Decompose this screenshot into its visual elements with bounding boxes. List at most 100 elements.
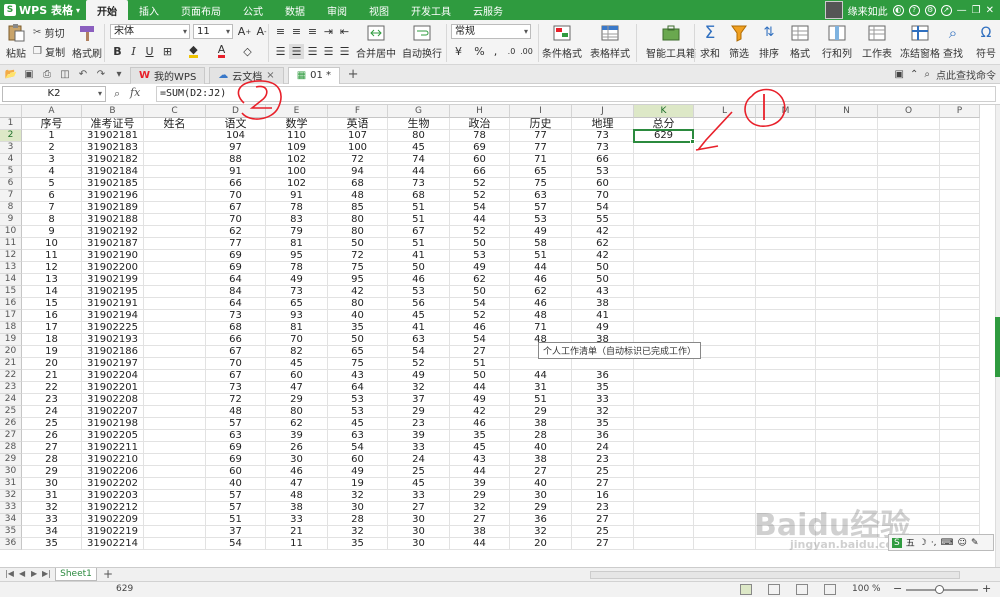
grid-cell[interactable]: 40 [328,310,388,322]
grid-cell[interactable]: 43 [572,286,634,298]
grid-cell[interactable]: 54 [206,538,266,550]
column-header[interactable]: A [22,105,82,118]
grid-cell[interactable]: 73 [572,130,634,142]
grid-cell[interactable] [634,322,694,334]
grid-cell[interactable]: 23 [22,394,82,406]
grid-cell[interactable]: 73 [266,286,328,298]
grid-cell[interactable]: 46 [450,322,510,334]
grid-cell[interactable]: 69 [206,454,266,466]
grid-cell[interactable]: 31902212 [82,502,144,514]
grid-cell[interactable] [694,262,756,274]
row-header[interactable]: 31 [0,478,22,490]
format-painter-button[interactable]: 格式刷 [72,24,102,60]
grid-cell[interactable]: 31902211 [82,442,144,454]
grid-cell[interactable] [694,166,756,178]
menu-tab[interactable]: 审阅 [316,0,358,20]
header-cell[interactable] [816,118,878,130]
settings-icon[interactable]: ⚙ [924,4,936,16]
row-header[interactable]: 17 [0,310,22,322]
grid-cell[interactable] [940,502,980,514]
grid-cell[interactable] [144,418,206,430]
grid-cell[interactable] [694,274,756,286]
grid-cell[interactable]: 44 [510,370,572,382]
outdent-button[interactable]: ⇤ [337,24,352,39]
grid-cell[interactable]: 71 [510,154,572,166]
grid-cell[interactable]: 95 [328,274,388,286]
grid-cell[interactable] [878,238,940,250]
header-cell[interactable] [694,118,756,130]
grid-cell[interactable]: 60 [328,454,388,466]
grid-cell[interactable] [634,142,694,154]
grid-cell[interactable] [878,214,940,226]
grid-cell[interactable]: 31 [22,490,82,502]
grid-cell[interactable]: 53 [388,286,450,298]
ime-moon-icon[interactable]: ☽ [919,538,927,548]
grid-cell[interactable] [756,298,816,310]
grid-cell[interactable]: 31902203 [82,490,144,502]
grid-cell[interactable]: 51 [388,202,450,214]
row-header[interactable]: 1 [0,118,22,130]
grid-cell[interactable]: 32 [388,382,450,394]
grid-cell[interactable] [878,154,940,166]
align-top-button[interactable]: ≡ [273,24,288,39]
grid-cell[interactable] [878,250,940,262]
grid-cell[interactable]: 50 [450,286,510,298]
vertical-scrollbar[interactable] [995,105,1000,567]
menu-tab[interactable]: 开发工具 [400,0,462,20]
grid-cell[interactable] [634,442,694,454]
copy-button[interactable]: ❐ 复制 [33,44,65,59]
grid-cell[interactable]: 63 [328,430,388,442]
grid-cell[interactable] [144,526,206,538]
grid-cell[interactable]: 27 [450,514,510,526]
row-header[interactable]: 36 [0,538,22,550]
grid-cell[interactable] [878,274,940,286]
grid-cell[interactable]: 14 [22,286,82,298]
grid-cell[interactable] [940,454,980,466]
grid-cell[interactable]: 41 [388,250,450,262]
percent-button[interactable]: % [472,44,487,59]
grid-cell[interactable]: 29 [450,490,510,502]
row-header[interactable]: 18 [0,322,22,334]
grid-cell[interactable] [144,442,206,454]
grid-cell[interactable] [878,466,940,478]
grid-cell[interactable] [878,310,940,322]
grid-cell[interactable]: 69 [206,442,266,454]
grid-cell[interactable] [816,334,878,346]
grid-cell[interactable]: 35 [572,418,634,430]
grid-cell[interactable]: 73 [572,142,634,154]
grid-cell[interactable]: 47 [266,478,328,490]
worksheet-button[interactable]: 工作表 [862,24,892,60]
grid-cell[interactable] [756,442,816,454]
grid-cell[interactable] [816,214,878,226]
grid-cell[interactable]: 29 [510,502,572,514]
grid-cell[interactable] [816,418,878,430]
grid-cell[interactable] [940,322,980,334]
grid-cell[interactable] [816,394,878,406]
grid-cell[interactable]: 54 [450,298,510,310]
header-cell[interactable]: 地理 [572,118,634,130]
increase-font-button[interactable]: A + [237,24,252,39]
grid-cell[interactable] [694,466,756,478]
grid-cell[interactable]: 31902190 [82,250,144,262]
grid-cell[interactable]: 47 [266,382,328,394]
grid-cell[interactable]: 41 [572,310,634,322]
row-header[interactable]: 8 [0,202,22,214]
grid-cell[interactable] [756,154,816,166]
grid-cell[interactable] [816,166,878,178]
grid-cell[interactable]: 27 [572,538,634,550]
grid-cell[interactable] [878,130,940,142]
grid-cell[interactable] [756,190,816,202]
justify-button[interactable]: ☰ [321,44,336,59]
row-header[interactable]: 7 [0,190,22,202]
column-header[interactable]: F [328,105,388,118]
grid-cell[interactable]: 27 [510,466,572,478]
column-header[interactable]: C [144,105,206,118]
grid-cell[interactable] [634,262,694,274]
ime-toolbar[interactable]: S 五 ☽ ·, ⌨ ☺ ✎ [888,534,994,551]
grid-cell[interactable] [816,250,878,262]
zoom-slider-handle[interactable] [935,585,944,594]
grid-cell[interactable] [634,478,694,490]
grid-cell[interactable] [756,178,816,190]
grid-cell[interactable]: 32 [328,526,388,538]
grid-cell[interactable]: 72 [328,250,388,262]
